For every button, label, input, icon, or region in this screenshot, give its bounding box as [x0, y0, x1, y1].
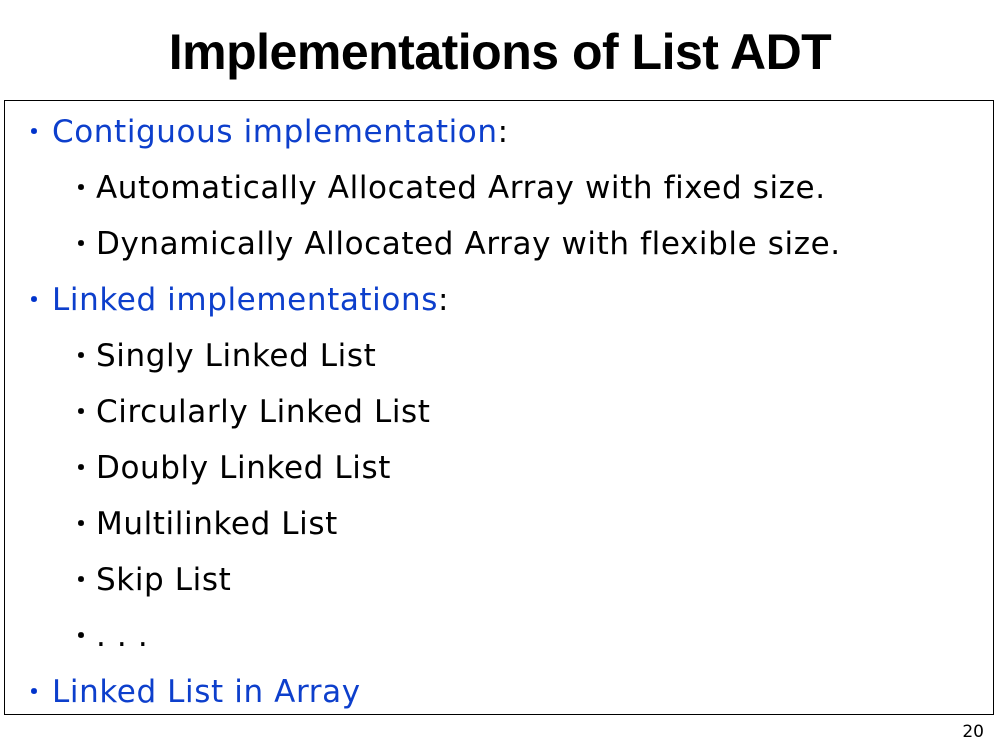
bullet-label: Multilinked List — [96, 506, 338, 542]
bullet-label: Contiguous implementation — [52, 114, 498, 150]
bullet-icon: ・ — [22, 286, 47, 314]
bullet-label: Dynamically Allocated Array with flexibl… — [96, 226, 841, 262]
bullet-label: Linked implementations — [52, 282, 438, 318]
bullet-icon: ・ — [69, 510, 94, 538]
bullet-icon: ・ — [69, 398, 94, 426]
bullet-label: Doubly Linked List — [96, 450, 391, 486]
bullet-icon: ・ — [22, 678, 47, 706]
bullet-icon: ・ — [69, 454, 94, 482]
bullet-suffix: : — [437, 282, 450, 318]
bullet-icon: ・ — [69, 566, 94, 594]
slide-title: Implementations of List ADT — [168, 24, 832, 80]
bullet-label: Circularly Linked List — [96, 394, 431, 430]
content-box: ・ Contiguous implementation: ・ Automatic… — [4, 100, 994, 715]
page-number: 20 — [962, 722, 984, 742]
bullet-icon: ・ — [69, 622, 94, 650]
bullet-suffix: : — [497, 114, 509, 150]
bullet-icon: ・ — [69, 230, 94, 258]
bullet-label: . . . — [96, 618, 149, 654]
bullet-label: Skip List — [96, 562, 232, 598]
bullet-label: Linked List in Array — [52, 674, 361, 710]
bullet-label: Automatically Allocated Array with fixed… — [96, 170, 826, 206]
bullet-icon: ・ — [22, 118, 47, 146]
bullet-icon: ・ — [69, 174, 94, 202]
bullet-icon: ・ — [69, 342, 94, 370]
bullet-label: Singly Linked List — [96, 338, 377, 374]
